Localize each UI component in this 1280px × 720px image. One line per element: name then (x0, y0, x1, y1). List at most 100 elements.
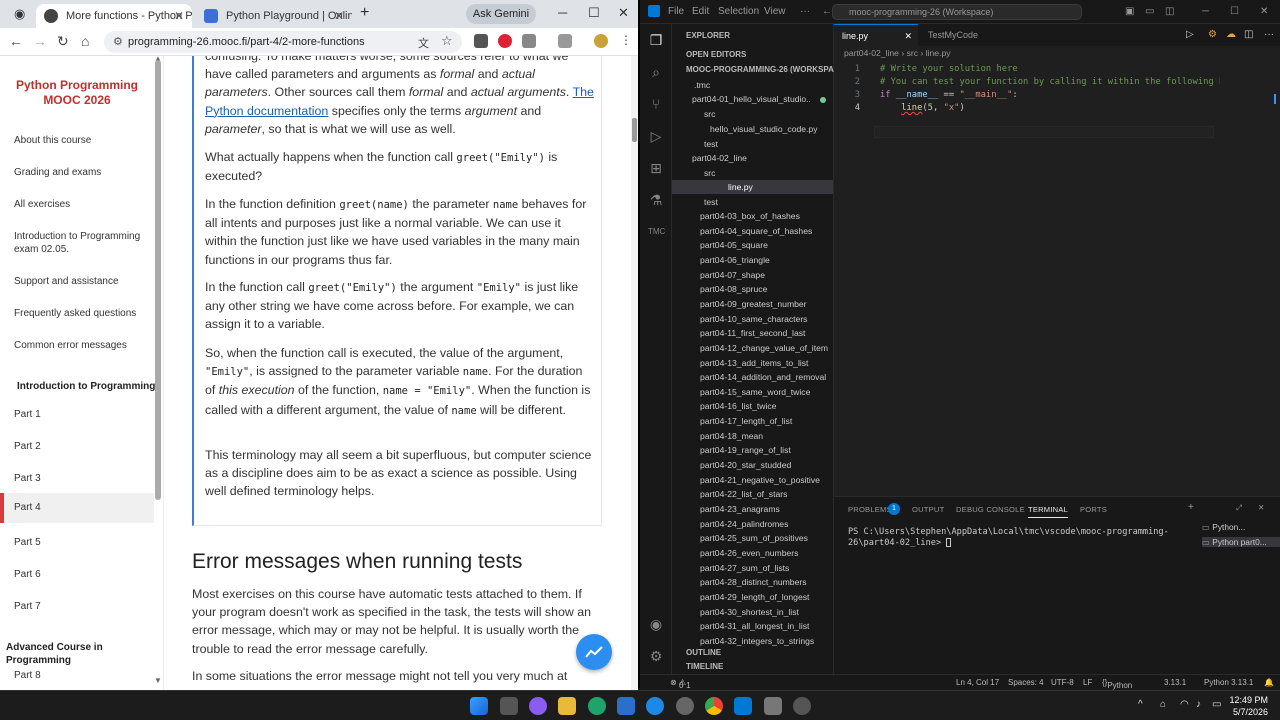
tree-folder[interactable]: part04-10_same_characters (700, 314, 807, 324)
tree-folder[interactable]: part04-03_box_of_hashes (700, 211, 800, 221)
tree-folder[interactable]: part04-04_square_of_hashes (700, 226, 812, 236)
app-icon[interactable] (617, 697, 635, 715)
menu-selection[interactable]: Selection (718, 6, 759, 17)
new-tab-button[interactable]: + (360, 4, 369, 22)
edge-icon[interactable] (588, 697, 606, 715)
tree-folder[interactable]: part04-18_mean (700, 431, 763, 441)
layout-icon[interactable]: ◫ (1165, 6, 1174, 17)
file-explorer-icon[interactable] (558, 697, 576, 715)
maximize-panel-icon[interactable]: ⤢ (1236, 503, 1242, 513)
course-title[interactable]: Python Programming MOOC 2026 (8, 78, 146, 108)
eol[interactable]: LF (1083, 678, 1092, 687)
tree-folder[interactable]: part04-29_length_of_longest (700, 592, 809, 602)
tree-folder[interactable]: part04-16_list_twice (700, 401, 776, 411)
copilot-icon[interactable] (529, 697, 547, 715)
sidebar-item-part[interactable]: Part 5 (14, 536, 41, 549)
python-version[interactable]: 3.13.1 (1164, 678, 1186, 687)
tree-folder[interactable]: part04-09_greatest_number (700, 299, 807, 309)
back-icon[interactable]: ← (9, 33, 23, 49)
tree-folder[interactable]: part04-13_add_items_to_list (700, 358, 808, 368)
tree-folder[interactable]: part04-05_square (700, 240, 768, 250)
sidebar-item-part[interactable]: Part 6 (14, 568, 41, 581)
tmc-submit-icon[interactable]: ☁ (1226, 29, 1236, 40)
app-icon[interactable] (764, 697, 782, 715)
tree-folder[interactable]: part04-08_spruce (700, 284, 767, 294)
editor-tab-line-py[interactable]: line.py ✕ (834, 24, 918, 46)
python-interpreter[interactable]: Python 3.13.1 (1204, 678, 1253, 687)
home-icon[interactable]: ⌂ (81, 33, 89, 49)
sidebar-item-exam[interactable]: Introduction to Programming exam 02.05. (14, 230, 144, 256)
language-mode[interactable]: {} Python (1102, 678, 1132, 690)
source-control-icon[interactable]: ⑂ (648, 96, 664, 112)
scroll-down-icon[interactable]: ▼ (154, 676, 162, 685)
open-editors-header[interactable]: OPEN EDITORS (686, 50, 746, 59)
testing-icon[interactable]: ⚗ (648, 192, 664, 208)
code-line[interactable]: # You can test your function by calling … (880, 77, 1220, 87)
task-view-icon[interactable] (500, 697, 518, 715)
page-scrollbar-thumb[interactable] (632, 118, 637, 142)
terminal-output[interactable]: PS C:\Users\Stephen\AppData\Local\tmc\vs… (848, 527, 1188, 549)
extensions-puzzle-icon[interactable] (522, 34, 536, 48)
sidebar-scrollbar[interactable] (155, 60, 161, 500)
tree-file[interactable]: hello_visual_studio_code.py (710, 124, 818, 134)
sidebar-item-error-messages[interactable]: Common error messages (14, 339, 127, 352)
tree-folder[interactable]: src (704, 168, 715, 178)
sidebar-item-part-selected[interactable]: Part 4 (0, 493, 154, 523)
close-window-icon[interactable]: ✕ (1260, 6, 1268, 17)
explorer-icon[interactable]: ❐ (648, 32, 664, 48)
tree-folder[interactable]: test (704, 197, 718, 207)
outline-header[interactable]: OUTLINE (686, 648, 721, 657)
tree-folder[interactable]: part04-15_same_word_twice (700, 387, 810, 397)
tree-folder[interactable]: part04-19_range_of_list (700, 445, 791, 455)
chrome-taskbar-icon[interactable] (705, 697, 723, 715)
profile-avatar[interactable] (594, 34, 608, 48)
tmc-run-icon[interactable]: ⚙ (1208, 29, 1217, 40)
battery-icon[interactable]: ▭ (1212, 699, 1221, 710)
tmc-icon[interactable]: TMC (648, 224, 665, 240)
panel-tab-terminal[interactable]: TERMINAL (1028, 505, 1068, 518)
tray-app-icon[interactable]: ⌂ (1160, 699, 1166, 710)
maximize-icon[interactable]: ☐ (588, 5, 600, 21)
clock[interactable]: 12:49 PM 5/7/2026 (1229, 694, 1268, 718)
sidebar-item-all-exercises[interactable]: All exercises (14, 198, 70, 211)
tree-folder[interactable]: part04-01_hello_visual_studio... (692, 94, 810, 104)
tree-folder[interactable]: part04-21_negative_to_positive (700, 475, 820, 485)
minimize-icon[interactable]: ─ (558, 5, 567, 20)
cursor-position[interactable]: Ln 4, Col 17 (956, 678, 999, 687)
sidebar-section-advanced[interactable]: Advanced Course in Programming (6, 641, 163, 667)
minimize-icon[interactable]: ─ (1202, 6, 1209, 17)
tree-folder[interactable]: part04-27_sum_of_lists (700, 563, 789, 573)
sidebar-item-part[interactable]: Part 8 (14, 669, 41, 682)
close-window-icon[interactable]: ✕ (618, 5, 629, 21)
reload-icon[interactable]: ↻ (57, 33, 69, 50)
extension-icon[interactable] (498, 34, 512, 48)
browser-tab-active[interactable]: More functions - Python Progr ✕ (36, 4, 192, 28)
breadcrumb-item[interactable]: src (907, 48, 918, 58)
sidebar-item-part[interactable]: Part 2 (14, 440, 41, 453)
tree-folder[interactable]: part04-26_even_numbers (700, 548, 798, 558)
settings-gear-icon[interactable]: ⚙ (648, 648, 664, 664)
tray-chevron-icon[interactable]: ^ (1138, 699, 1143, 710)
search-icon[interactable]: ⌕ (648, 64, 664, 80)
tree-folder[interactable]: part04-17_length_of_list (700, 416, 792, 426)
volume-icon[interactable]: ♪ (1196, 699, 1201, 710)
tree-folder[interactable]: part04-11_first_second_last (700, 328, 805, 338)
app-icon[interactable] (646, 697, 664, 715)
app-icon[interactable] (793, 697, 811, 715)
code-line[interactable]: if __name__ == "__main__": (880, 90, 1018, 100)
wifi-icon[interactable]: ◠ (1180, 699, 1189, 710)
layout-icon[interactable]: ▭ (1145, 6, 1154, 17)
tree-folder[interactable]: part04-24_palindromes (700, 519, 788, 529)
workspace-header[interactable]: MOOC-PROGRAMMING-26 (WORKSPACE) (686, 65, 848, 74)
more-actions-icon[interactable]: ··· (1264, 29, 1274, 40)
tree-file-selected[interactable]: line.py (728, 182, 753, 192)
code-line[interactable]: line(5, "x") (880, 103, 965, 113)
sidebar-item-part[interactable]: Part 7 (14, 600, 41, 613)
tree-folder[interactable]: part04-02_line (692, 153, 747, 163)
tree-folder[interactable]: part04-32_integers_to_strings (700, 636, 814, 646)
panel-tab-problems[interactable]: PROBLEMS (848, 505, 892, 514)
tree-folder[interactable]: part04-30_shortest_in_list (700, 607, 799, 617)
browser-tab[interactable]: Python Playground | Online IDE ✕ (196, 4, 352, 28)
encoding[interactable]: UTF-8 (1051, 678, 1074, 687)
split-editor-icon[interactable]: ◫ (1244, 29, 1253, 40)
